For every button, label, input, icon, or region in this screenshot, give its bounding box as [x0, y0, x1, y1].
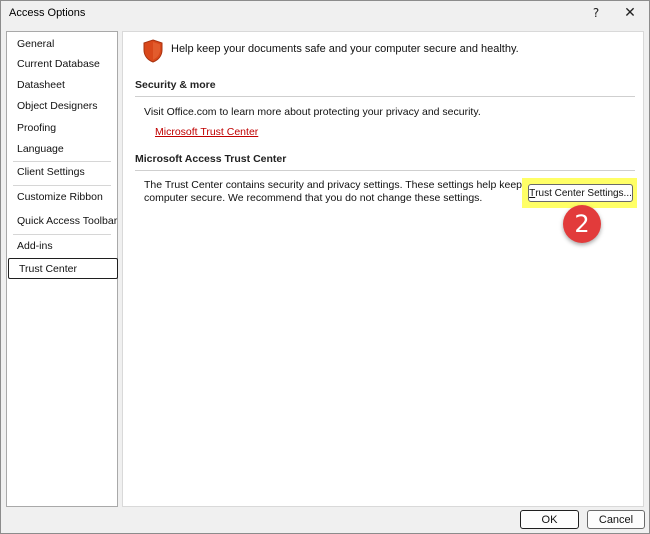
nav-item-object-designers[interactable]: Object Designers: [7, 96, 117, 117]
help-button[interactable]: ?: [579, 1, 613, 25]
nav-item-client-settings[interactable]: Client Settings: [7, 162, 117, 183]
title-bar: Access Options ? ✕: [1, 1, 649, 25]
options-category-list: General Current Database Datasheet Objec…: [6, 31, 118, 507]
access-options-dialog: Access Options ? ✕ General Current Datab…: [0, 0, 650, 534]
ok-button[interactable]: OK: [520, 510, 579, 529]
microsoft-trust-center-link[interactable]: Microsoft Trust Center: [155, 126, 258, 138]
trust-center-description-line1: The Trust Center contains security and p…: [144, 179, 546, 191]
nav-item-proofing[interactable]: Proofing: [7, 118, 117, 139]
nav-item-add-ins[interactable]: Add-ins: [7, 236, 117, 257]
section-divider: [135, 170, 635, 171]
section-title-security: Security & more: [135, 79, 216, 91]
nav-item-customize-ribbon[interactable]: Customize Ribbon: [7, 187, 117, 208]
section-title-trust-center: Microsoft Access Trust Center: [135, 153, 287, 165]
window-title: Access Options: [9, 7, 86, 19]
nav-separator: [13, 234, 111, 235]
security-description: Visit Office.com to learn more about pro…: [144, 106, 481, 118]
nav-item-current-database[interactable]: Current Database: [7, 54, 117, 75]
step-number-badge: 2: [563, 205, 601, 243]
nav-item-trust-center[interactable]: Trust Center: [8, 258, 118, 279]
trust-center-settings-button[interactable]: Trust Center Settings...: [528, 184, 633, 202]
button-label: rust Center Settings...: [535, 187, 632, 199]
page-header-text: Help keep your documents safe and your c…: [171, 43, 519, 55]
nav-item-quick-access-toolbar[interactable]: Quick Access Toolbar: [7, 211, 117, 232]
nav-item-general[interactable]: General: [7, 34, 117, 55]
nav-item-language[interactable]: Language: [7, 139, 117, 160]
trust-center-description-line2: computer secure. We recommend that you d…: [144, 192, 483, 204]
close-button[interactable]: ✕: [613, 1, 647, 25]
nav-item-datasheet[interactable]: Datasheet: [7, 75, 117, 96]
nav-separator: [13, 185, 111, 186]
trust-center-panel: Help keep your documents safe and your c…: [122, 31, 644, 507]
shield-icon: [143, 39, 163, 63]
cancel-button[interactable]: Cancel: [587, 510, 645, 529]
section-divider: [135, 96, 635, 97]
